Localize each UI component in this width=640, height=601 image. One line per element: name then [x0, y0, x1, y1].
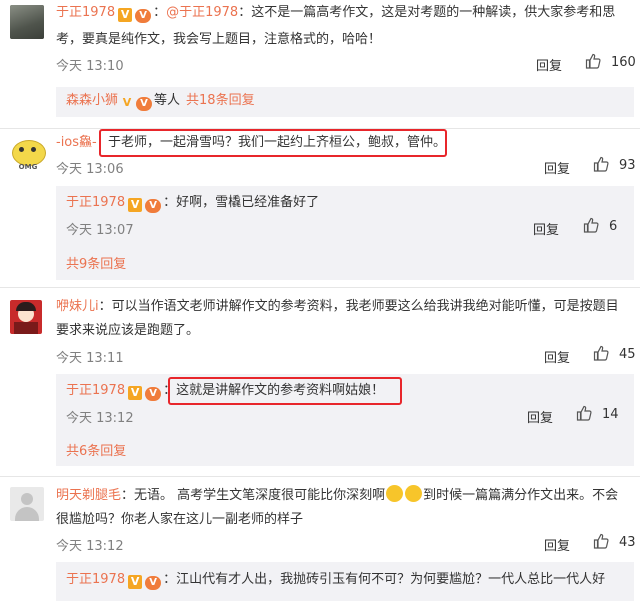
- verified-badge-icon: V: [128, 198, 143, 212]
- divider: [0, 476, 640, 477]
- comment-text: 于正1978 V V ：@于正1978：这不是一篇高考作文，这是对考题的一种解读，供大…: [56, 3, 615, 23]
- comment-time: 今天 13:06: [56, 162, 124, 177]
- vip-badge-icon: V: [145, 199, 162, 213]
- like-count: 45: [619, 347, 636, 362]
- reply-button[interactable]: 回复: [544, 347, 570, 366]
- highlight-box: [99, 129, 447, 157]
- highlight-box: [168, 377, 402, 405]
- username[interactable]: 于正1978: [66, 572, 125, 587]
- laugh-cry-emoji-icon: [405, 485, 423, 502]
- mention-link[interactable]: @于正1978: [166, 5, 238, 20]
- like-button[interactable]: 45: [593, 345, 636, 362]
- username[interactable]: 森森小狮: [66, 93, 118, 108]
- comment-text-line1: ：这不是一篇高考作文，这是对考题的一种解读，供大家参考和思: [238, 5, 616, 20]
- like-button[interactable]: 14: [576, 405, 619, 422]
- username[interactable]: 咿妹儿i: [56, 299, 99, 314]
- like-count: 14: [602, 407, 619, 422]
- avatar[interactable]: OMG: [10, 138, 46, 174]
- thumb-up-icon: [585, 53, 601, 69]
- thumb-up-icon: [593, 156, 609, 172]
- comment-time: 今天 13:10: [56, 59, 124, 74]
- sub-reply-time: 今天 13:12: [66, 411, 134, 426]
- avatar[interactable]: [10, 300, 42, 334]
- like-button[interactable]: 6: [583, 217, 617, 234]
- sub-reply-text: 于正1978 V V ：好啊，雪橇已经准备好了: [66, 193, 319, 213]
- verified-badge-icon: V: [128, 386, 143, 400]
- others-label: 等人: [154, 93, 181, 108]
- like-button[interactable]: 93: [593, 156, 636, 173]
- comment-text-line2: 考，要真是纯作文，我会写上题目，注意格式的，哈哈！: [56, 32, 382, 47]
- view-more-replies[interactable]: 共6条回复: [66, 442, 126, 462]
- reply-button[interactable]: 回复: [544, 535, 570, 554]
- reply-button[interactable]: 回复: [527, 407, 553, 426]
- username[interactable]: 于正1978: [56, 5, 115, 20]
- thumb-up-icon: [593, 533, 609, 549]
- username[interactable]: 明天剃腿毛: [56, 488, 121, 503]
- view-more-replies[interactable]: 共9条回复: [66, 255, 126, 275]
- comment-text-line2: 要求来说应该是跑题了。: [56, 323, 200, 338]
- comment-text-line2: 很尴尬吗？你老人家在这儿一副老师的样子: [56, 512, 304, 527]
- verified-badge-icon: V: [118, 8, 133, 22]
- divider: [0, 287, 640, 288]
- sub-reply-text: 于正1978 V V ：江山代有才人出，我抛砖引玉有何不可？为何要尴尬？一代人总比一代…: [66, 570, 605, 590]
- verified-badge-icon: V: [128, 575, 143, 589]
- reply-text: ：好啊，雪橇已经准备好了: [163, 195, 320, 210]
- reply-button[interactable]: 回复: [533, 219, 559, 238]
- comment-text-line1a: ：无语。 高考学生文笔深度很可能比你深刻啊: [121, 488, 386, 503]
- comment-text-line1b: 到时候一篇篇满分作文出来。不会: [423, 488, 619, 503]
- avatar[interactable]: [10, 487, 44, 521]
- thumb-up-icon: [593, 345, 609, 361]
- comment-text: 咿妹儿i：可以当作语文老师讲解作文的参考资料，我老师要这么给我讲我绝对能听懂，可…: [56, 297, 619, 317]
- like-button[interactable]: 160: [585, 53, 636, 70]
- comment-text-line1: ：可以当作语文老师讲解作文的参考资料，我老师要这么给我讲我绝对能听懂，可是按题目: [98, 299, 619, 314]
- reply-button[interactable]: 回复: [544, 158, 570, 177]
- vip-badge-icon: V: [145, 576, 162, 590]
- thumb-up-icon: [576, 405, 592, 421]
- vip-badge-icon: V: [136, 97, 153, 111]
- avatar[interactable]: [10, 5, 44, 39]
- reply-button[interactable]: 回复: [536, 55, 562, 74]
- avatar-label: OMG: [18, 163, 38, 171]
- like-count: 43: [619, 535, 636, 550]
- username[interactable]: 于正1978: [66, 383, 125, 398]
- comment-time: 今天 13:12: [56, 539, 124, 554]
- comment-text: 明天剃腿毛：无语。 高考学生文笔深度很可能比你深刻啊 到时候一篇篇满分作文出来。不…: [56, 485, 618, 506]
- vip-badge-icon: V: [145, 387, 162, 401]
- like-count: 160: [611, 55, 636, 70]
- sub-replies-summary-text: 森森小狮 V V 等人 共18条回复: [66, 91, 255, 111]
- colon: ：: [153, 5, 167, 20]
- laugh-cry-emoji-icon: [386, 485, 404, 502]
- verified-badge-icon: V: [122, 96, 132, 109]
- reply-text: ：江山代有才人出，我抛砖引玉有何不可？为何要尴尬？一代人总比一代人好: [163, 572, 606, 587]
- comment-time: 今天 13:11: [56, 351, 124, 366]
- username[interactable]: -ios鱻-: [56, 135, 97, 150]
- like-count: 6: [609, 219, 618, 234]
- thumb-up-icon: [583, 217, 599, 233]
- username[interactable]: 于正1978: [66, 195, 125, 210]
- view-replies-link[interactable]: 共18条回复: [186, 93, 255, 108]
- like-button[interactable]: 43: [593, 533, 636, 550]
- sub-reply-time: 今天 13:07: [66, 223, 134, 238]
- vip-badge-icon: V: [135, 9, 152, 23]
- like-count: 93: [619, 158, 636, 173]
